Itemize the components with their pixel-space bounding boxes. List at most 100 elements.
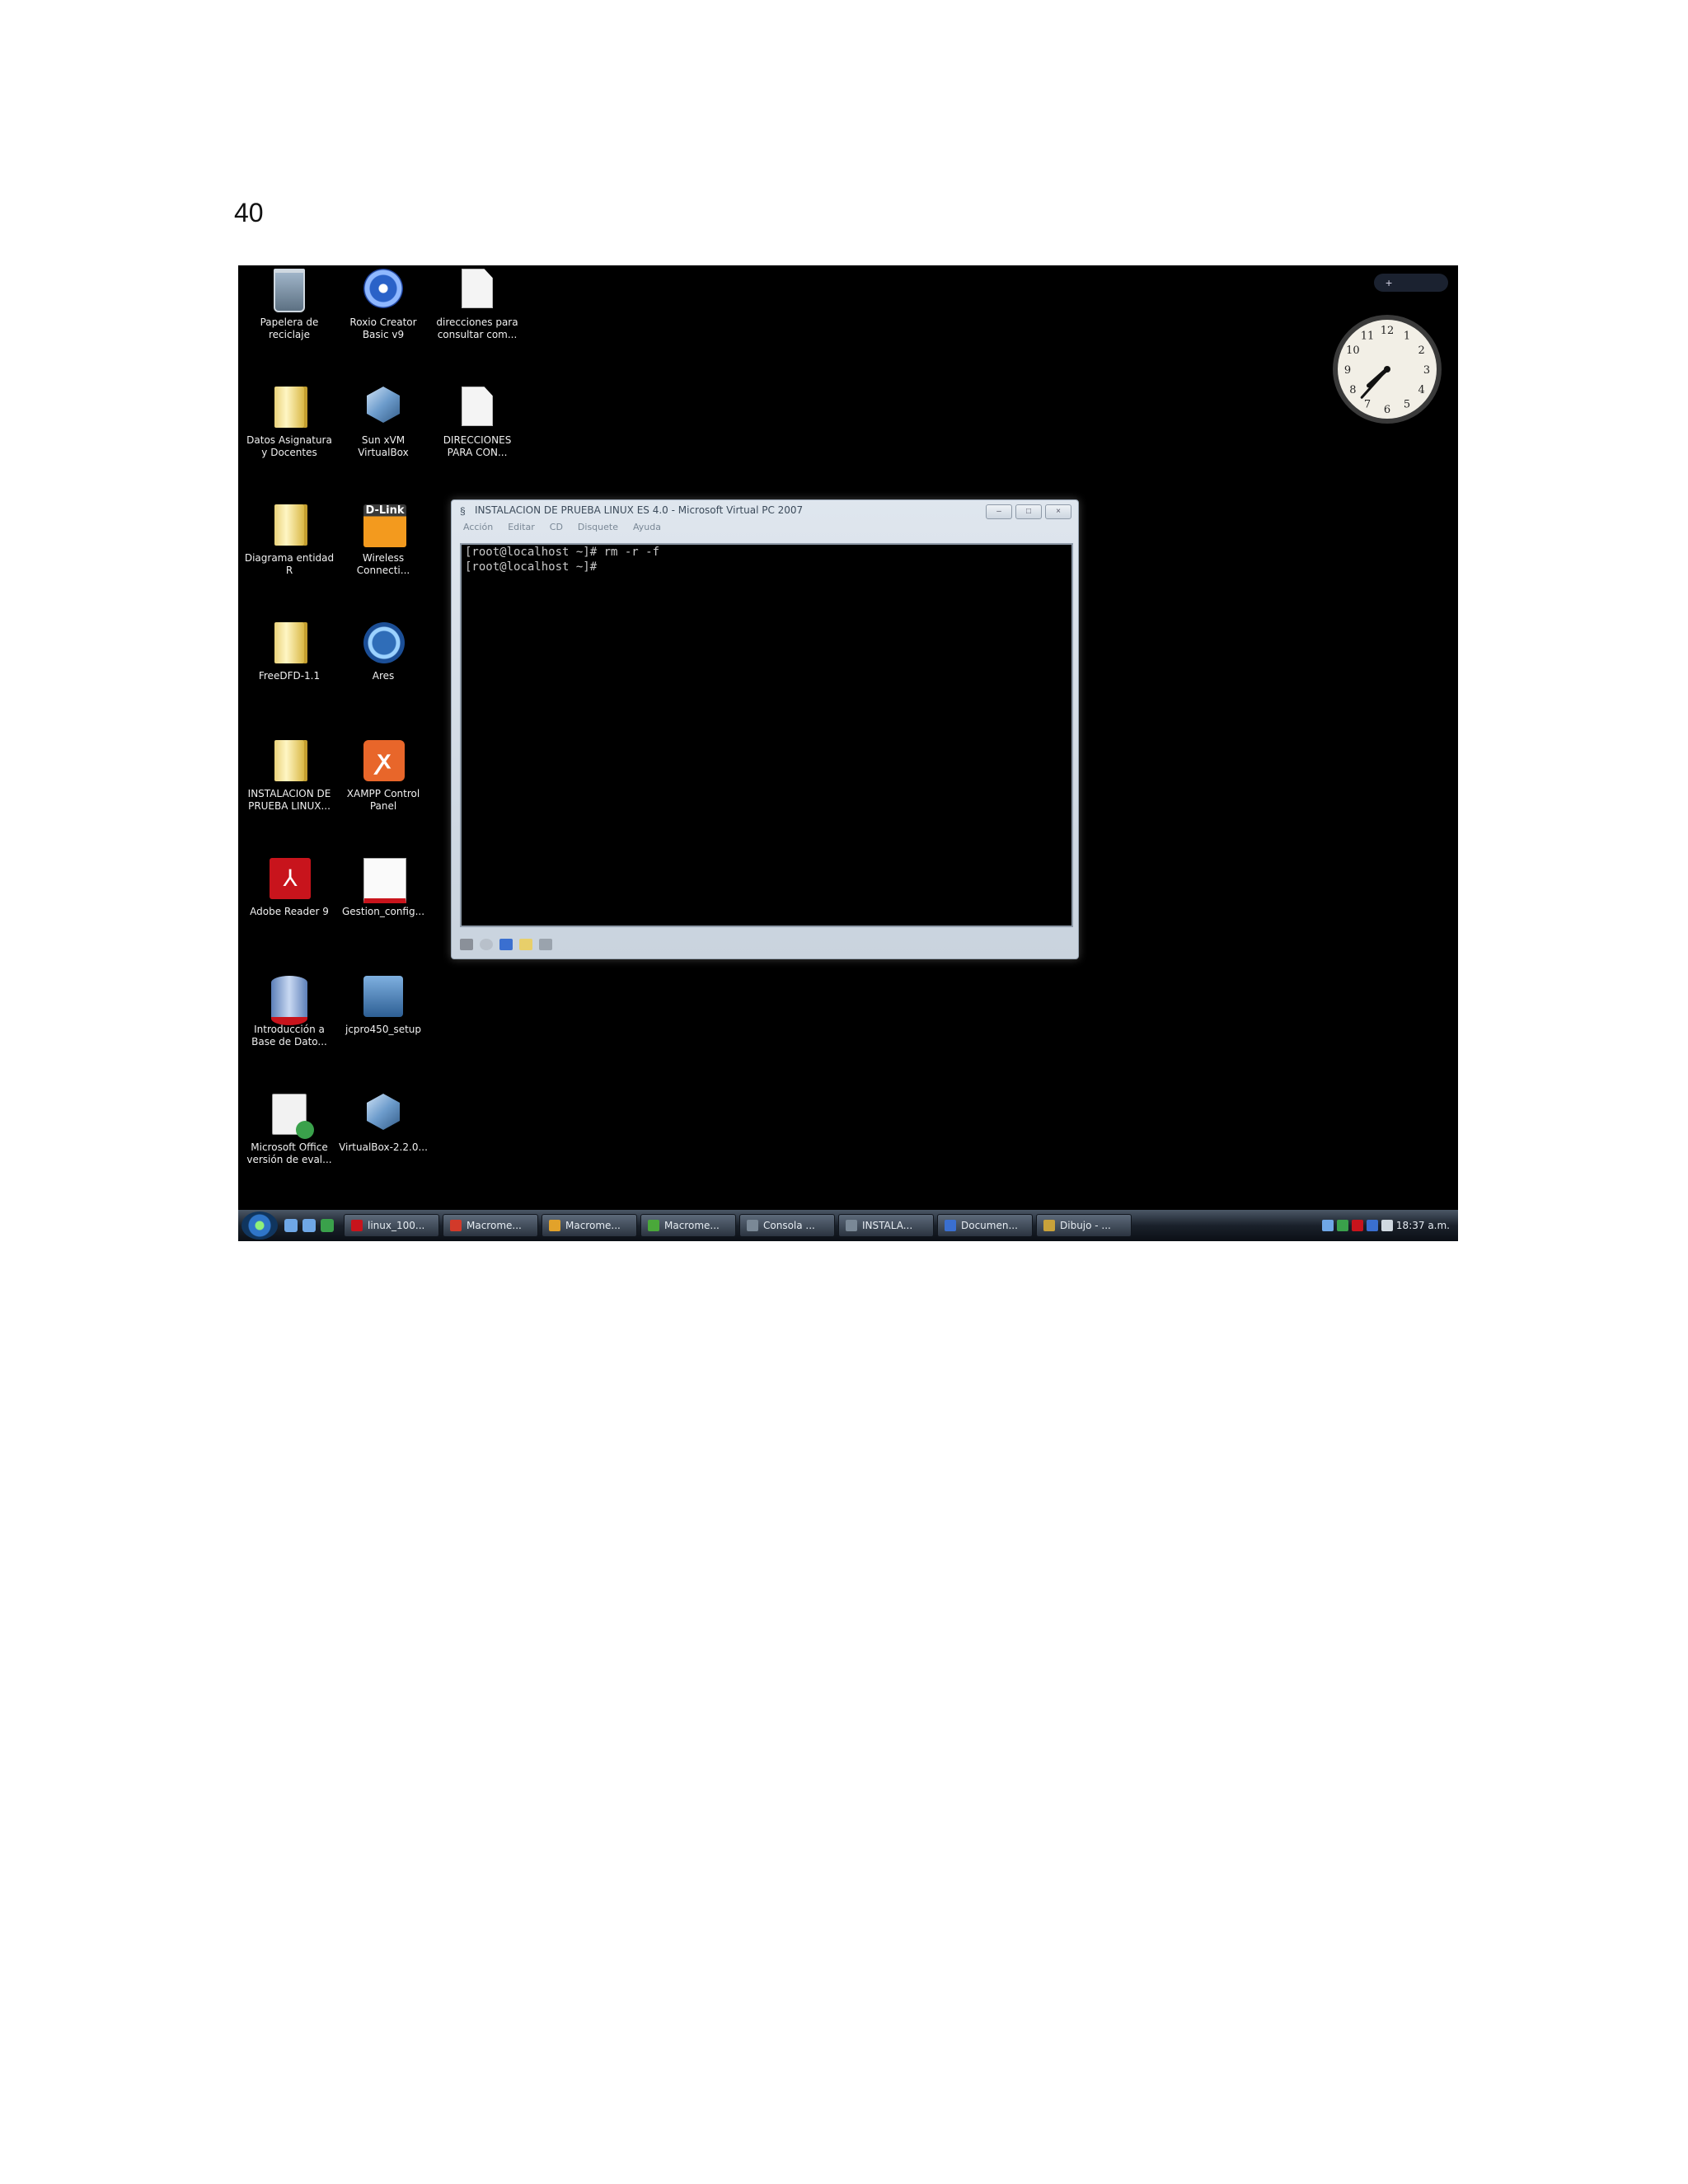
window-titlebar[interactable]: § INSTALACION DE PRUEBA LINUX ES 4.0 - M… (452, 500, 1078, 522)
shared-folder-icon[interactable] (519, 939, 532, 950)
office-icon (270, 1094, 314, 1139)
tray-clock[interactable]: 18:37 a.m. (1396, 1220, 1450, 1231)
network-icon[interactable] (460, 939, 473, 950)
desktop-icon-roxio[interactable]: Roxio Creator Basic v9 (337, 269, 429, 341)
clock-numeral: 11 (1361, 330, 1375, 342)
taskbar-item[interactable]: Macrome... (443, 1214, 538, 1237)
clock-numeral: 1 (1404, 330, 1410, 342)
clock-numeral: 4 (1418, 384, 1424, 396)
volume-icon[interactable] (1381, 1220, 1393, 1231)
taskbar-item[interactable]: linux_100... (344, 1214, 439, 1237)
desktop-icon-datos-asignatura[interactable]: Datos Asignatura y Docentes (243, 387, 335, 459)
close-button[interactable]: × (1045, 504, 1071, 519)
clock-gadget: 1234567891011 12 (1333, 315, 1442, 424)
desktop-icon-xampp[interactable]: ꭗ XAMPP Control Panel (337, 740, 429, 813)
paint-icon (1043, 1220, 1055, 1231)
menu-accion[interactable]: Acción (463, 522, 493, 537)
taskbar-item-label: Documen... (961, 1220, 1018, 1231)
virtual-pc-icon (846, 1220, 857, 1231)
icon-label: INSTALACION DE PRUEBA LINUX... (247, 788, 331, 812)
icon-label: Roxio Creator Basic v9 (349, 316, 417, 340)
ares-icon (363, 622, 405, 665)
terminal-screen[interactable]: [root@localhost ~]# rm -r -f [root@local… (460, 543, 1073, 927)
desktop-icon-direcciones-para-con[interactable]: DIRECCIONES PARA CON... (431, 387, 523, 459)
taskbar-item-label: Dibujo - ... (1060, 1220, 1111, 1231)
page-number: 40 (234, 198, 264, 227)
icon-label: Diagrama entidad R (244, 552, 335, 576)
taskbar: linux_100... Macrome... Macrome... Macro… (238, 1210, 1458, 1241)
taskbar-item[interactable]: INSTALA... (838, 1214, 934, 1237)
macromedia-icon (450, 1220, 462, 1231)
taskbar-item[interactable]: Dibujo - ... (1036, 1214, 1132, 1237)
document-icon (457, 387, 497, 429)
menu-disquete[interactable]: Disquete (578, 522, 618, 537)
sidebar-gadget-bar[interactable]: + (1374, 274, 1448, 292)
folder-icon (270, 387, 309, 429)
desktop-icon-instalacion[interactable]: INSTALACION DE PRUEBA LINUX... (243, 740, 335, 813)
menu-cd[interactable]: CD (550, 522, 563, 537)
window-title: INSTALACION DE PRUEBA LINUX ES 4.0 - Mic… (475, 504, 804, 516)
taskbar-item[interactable]: Macrome... (542, 1214, 637, 1237)
desktop-icon-virtualbox-setup[interactable]: VirtualBox-2.2.0... (337, 1094, 429, 1154)
installer-icon (363, 976, 403, 1019)
taskbar-item[interactable]: Documen... (937, 1214, 1033, 1237)
clock-numeral: 2 (1418, 344, 1424, 357)
floppy-icon[interactable] (499, 939, 513, 950)
add-gadget-button[interactable]: + (1386, 276, 1392, 289)
taskbar-item[interactable]: Macrome... (640, 1214, 736, 1237)
desktop-icon-gestion-config[interactable]: Gestion_config... (337, 858, 429, 918)
show-desktop-icon[interactable] (284, 1219, 298, 1232)
dlink-icon: D-Link (363, 504, 406, 547)
clock-numeral: 8 (1349, 384, 1356, 396)
icon-label: Microsoft Office versión de eval... (246, 1141, 332, 1165)
switch-windows-icon[interactable] (302, 1219, 316, 1232)
desktop-icon-sun-xvm[interactable]: Sun xVM VirtualBox (337, 387, 429, 459)
desktop-icon-diagrama[interactable]: Diagrama entidad R (243, 504, 335, 577)
maximize-button[interactable]: □ (1015, 504, 1042, 519)
desktop-icon-intro-base-datos[interactable]: Introducción a Base de Dato... (243, 976, 335, 1048)
taskbar-item[interactable]: Consola ... (739, 1214, 835, 1237)
bluetooth-icon[interactable] (1366, 1220, 1378, 1231)
terminal-line: [root@localhost ~]# (465, 560, 598, 574)
icon-label: DIRECCIONES PARA CON... (443, 434, 512, 458)
icon-label: Introducción a Base de Dato... (251, 1024, 327, 1047)
shield-icon[interactable] (1336, 1220, 1348, 1231)
desktop-icon-ares[interactable]: Ares (337, 622, 429, 682)
macromedia-icon (549, 1220, 560, 1231)
desktop-icon-direcciones-consultar[interactable]: direcciones para consultar com... (431, 269, 523, 341)
dlink-badge: D-Link (363, 504, 406, 547)
pdf-icon (351, 1220, 363, 1231)
virtual-pc-window[interactable]: § INSTALACION DE PRUEBA LINUX ES 4.0 - M… (451, 499, 1079, 959)
taskbar-item-label: Macrome... (664, 1220, 720, 1231)
desktop-icon-freedfd[interactable]: FreeDFD-1.1 (243, 622, 335, 682)
icon-label: jcpro450_setup (345, 1024, 422, 1035)
menu-editar[interactable]: Editar (508, 522, 535, 537)
icon-label: Ares (372, 670, 395, 682)
usb-icon[interactable] (539, 939, 552, 950)
menu-ayuda[interactable]: Ayuda (633, 522, 661, 537)
taskbar-item-label: Macrome... (467, 1220, 522, 1231)
clock-numeral: 7 (1364, 399, 1371, 411)
folder-icon (270, 504, 309, 547)
minimize-button[interactable]: – (986, 504, 1012, 519)
icon-label: Wireless Connecti... (356, 552, 410, 576)
xampp-icon: ꭗ (363, 740, 405, 783)
desktop-icon-wireless[interactable]: D-Link Wireless Connecti... (337, 504, 429, 577)
network-icon[interactable] (1321, 1220, 1334, 1231)
desktop-icon-jcpro-setup[interactable]: jcpro450_setup (337, 976, 429, 1036)
icon-label: XAMPP Control Panel (346, 788, 420, 812)
icon-label: Sun xVM VirtualBox (358, 434, 409, 458)
taskbar-item-label: INSTALA... (862, 1220, 913, 1231)
icon-label: FreeDFD-1.1 (258, 670, 321, 682)
icon-label: direcciones para consultar com... (436, 316, 518, 340)
internet-explorer-icon[interactable] (321, 1219, 334, 1232)
desktop-icon-adobe-reader[interactable]: ⅄ Adobe Reader 9 (243, 858, 335, 918)
desktop-icon-recycle-bin[interactable]: Papelera de reciclaje (243, 269, 335, 341)
desktop-icon-ms-office[interactable]: Microsoft Office versión de eval... (243, 1094, 335, 1166)
quick-launch (284, 1219, 334, 1232)
start-button[interactable] (241, 1212, 278, 1240)
clock-numeral: 12 (1381, 325, 1395, 337)
desktop-screenshot: Papelera de reciclaje Datos Asignatura y… (238, 265, 1458, 1241)
antivirus-icon[interactable] (1351, 1220, 1363, 1231)
cd-drive-icon[interactable] (480, 939, 493, 950)
